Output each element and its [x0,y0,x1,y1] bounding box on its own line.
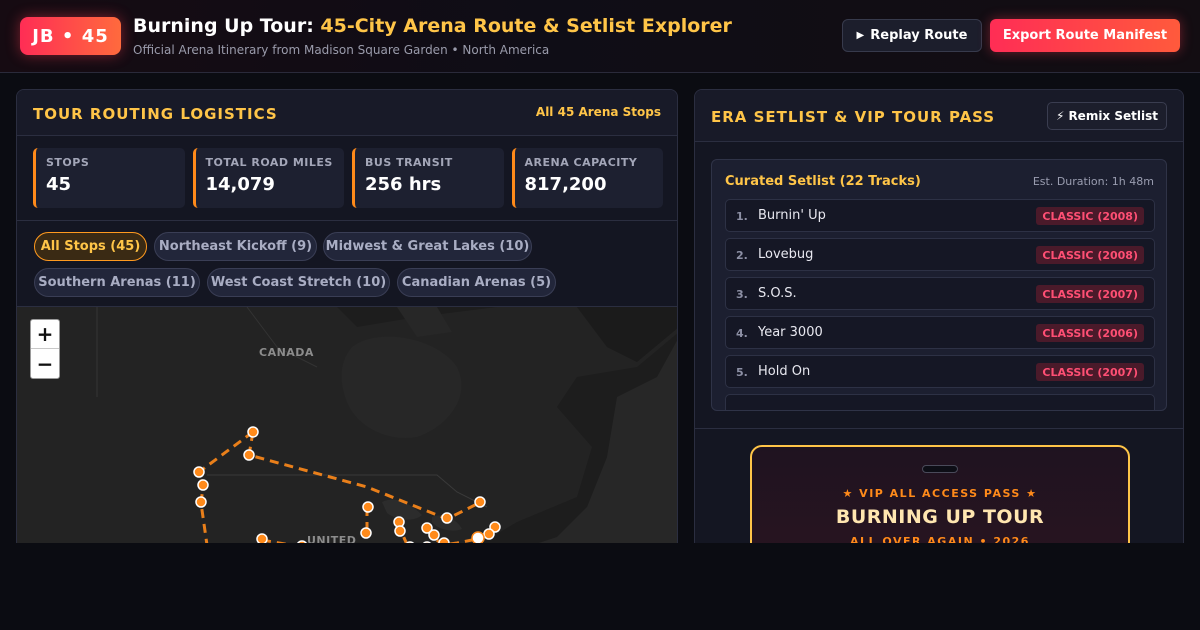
filter-chip-midwest[interactable]: Midwest & Great Lakes (10) [323,232,532,261]
stat-value: 817,200 [524,174,607,195]
vip-pass-area: ★ VIP ALL ACCESS PASS ★ BURNING UP TOUR … [695,428,1183,558]
track-number: 4. [736,327,748,340]
replay-route-button[interactable]: ▶ Replay Route [842,19,982,52]
remix-setlist-label: Remix Setlist [1068,109,1158,123]
export-route-manifest-button[interactable]: Export Route Manifest [990,19,1180,52]
track-name: Burnin' Up [758,208,826,223]
zoom-in-button[interactable]: + [31,320,59,349]
track-era-badge: CLASSIC (2007) [1036,285,1144,303]
setlist-box[interactable]: Curated Setlist (22 Tracks) Est. Duratio… [711,159,1167,411]
routing-stop-count: All 45 Arena Stops [535,105,661,119]
setlist-track[interactable]: 3. S.O.S. CLASSIC (2007) [725,277,1155,310]
pass-title: BURNING UP TOUR [835,506,1045,528]
lanyard-slot [922,465,958,473]
stat-card-stops: STOPS 45 [33,148,185,208]
title-block: Burning Up Tour: 45-City Arena Route & S… [133,15,732,57]
track-number: 2. [736,249,748,262]
brand-badge: JB • 45 [20,17,121,55]
setlist-track-partial[interactable] [725,394,1155,410]
track-name: Year 3000 [758,325,823,340]
setlist-title: Curated Setlist (22 Tracks) [725,174,921,189]
track-name: Hold On [758,364,811,379]
stat-label: TOTAL ROAD MILES [205,156,333,169]
lightning-icon: ⚡ [1056,109,1065,123]
setlist-track[interactable]: 4. Year 3000 CLASSIC (2006) [725,316,1155,349]
remix-setlist-button[interactable]: ⚡ Remix Setlist [1047,102,1167,130]
app-title: Burning Up Tour: 45-City Arena Route & S… [133,15,732,37]
track-era-badge: CLASSIC (2008) [1036,207,1144,225]
stat-value: 256 hrs [365,174,442,195]
stat-card-miles: TOTAL ROAD MILES 14,079 [192,148,344,208]
setlist-track[interactable]: 5. Hold On CLASSIC (2007) [725,355,1155,388]
route-map-canvas [17,307,677,558]
setlist-duration: Est. Duration: 1h 48m [1032,175,1154,188]
zoom-control: + − [30,319,60,379]
vip-tour-pass[interactable]: ★ VIP ALL ACCESS PASS ★ BURNING UP TOUR … [750,445,1130,558]
stat-label: STOPS [46,156,90,169]
map-label-canada: CANADA [259,346,314,359]
route-map[interactable]: CANADA UNITED + − [17,307,677,558]
setlist-panel-header: ERA SETLIST & VIP TOUR PASS ⚡ Remix Setl… [695,90,1183,142]
app-header: JB • 45 Burning Up Tour: 45-City Arena R… [0,0,1200,73]
filter-chip-canadian[interactable]: Canadian Arenas (5) [397,268,556,297]
app-title-main: Burning Up Tour: [133,15,321,37]
routing-panel-title: TOUR ROUTING LOGISTICS [33,105,278,123]
filter-chip-all-stops[interactable]: All Stops (45) [34,232,147,261]
track-number: 5. [736,366,748,379]
track-number: 1. [736,210,748,223]
stat-label: ARENA CAPACITY [524,156,638,169]
zoom-out-button[interactable]: − [31,349,59,378]
replay-route-label: Replay Route [870,28,968,43]
stat-card-transit: BUS TRANSIT 256 hrs [352,148,504,208]
setlist-track[interactable]: 2. Lovebug CLASSIC (2008) [725,238,1155,271]
app-subtitle: Official Arena Itinerary from Madison Sq… [133,43,550,57]
setlist-vip-panel: ERA SETLIST & VIP TOUR PASS ⚡ Remix Setl… [694,89,1184,559]
setlist-panel-title: ERA SETLIST & VIP TOUR PASS [711,108,996,126]
stat-value: 14,079 [205,174,275,195]
stat-label: BUS TRANSIT [365,156,453,169]
track-era-badge: CLASSIC (2007) [1036,363,1144,381]
track-name: S.O.S. [758,286,797,301]
region-filters: All Stops (45) Northeast Kickoff (9) Mid… [17,220,677,307]
setlist-track[interactable]: 1. Burnin' Up CLASSIC (2008) [725,199,1155,232]
track-number: 3. [736,288,748,301]
filter-chip-southern[interactable]: Southern Arenas (11) [34,268,200,297]
routing-stats: STOPS 45 TOTAL ROAD MILES 14,079 BUS TRA… [33,148,663,208]
stat-card-capacity: ARENA CAPACITY 817,200 [511,148,663,208]
routing-panel-header: TOUR ROUTING LOGISTICS All 45 Arena Stop… [17,90,677,136]
track-name: Lovebug [758,247,814,262]
pass-kicker: ★ VIP ALL ACCESS PASS ★ [842,487,1038,500]
track-era-badge: CLASSIC (2008) [1036,246,1144,264]
stat-value: 45 [46,174,72,195]
tour-routing-panel: TOUR ROUTING LOGISTICS All 45 Arena Stop… [16,89,678,559]
page-bottom-area [0,543,1200,630]
filter-chip-west-coast[interactable]: West Coast Stretch (10) [207,268,390,297]
play-icon: ▶ [856,30,865,41]
filter-chip-northeast[interactable]: Northeast Kickoff (9) [154,232,317,261]
track-era-badge: CLASSIC (2006) [1036,324,1144,342]
app-title-accent: 45-City Arena Route & Setlist Explorer [320,15,732,37]
